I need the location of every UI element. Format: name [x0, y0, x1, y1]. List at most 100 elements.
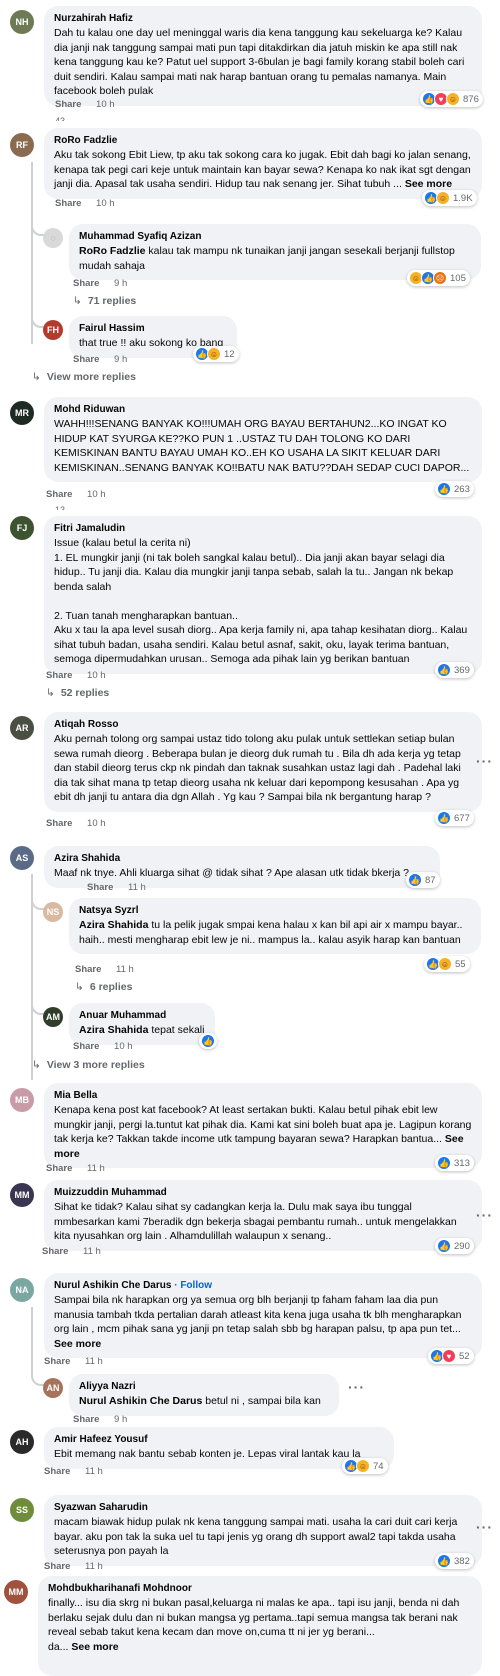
share-button[interactable]: Share: [44, 1561, 70, 1572]
comment-author[interactable]: Mohd Riduwan: [54, 403, 472, 416]
comment-author[interactable]: Mia Bella: [54, 1089, 472, 1102]
timestamp[interactable]: 11 h: [128, 882, 146, 893]
avatar[interactable]: NS: [43, 902, 63, 922]
view-replies-link[interactable]: ↳ 71 replies: [73, 295, 136, 307]
reaction-summary[interactable]: 👍 ☺ 12: [193, 346, 239, 362]
reaction-summary[interactable]: 👍 382: [435, 1553, 474, 1569]
comment-author[interactable]: Atiqah Rosso: [54, 718, 472, 731]
reaction-summary[interactable]: 👍 313: [435, 1155, 474, 1171]
reaction-summary[interactable]: 👍 ♥ 52: [428, 1348, 474, 1364]
timestamp[interactable]: 10 h: [87, 818, 106, 829]
comment-bubble: Fitri Jamaludin Issue (kalau betul la ce…: [44, 516, 482, 674]
comment-author[interactable]: Fairul Hassim: [79, 322, 227, 335]
mention-link[interactable]: RoRo Fadzlie: [79, 245, 146, 257]
reaction-summary[interactable]: 👍 ☺ 1.9K: [422, 190, 477, 206]
comment-author[interactable]: Mohdbukharihanafi Mohdnoor: [48, 1582, 472, 1595]
avatar[interactable]: MB: [10, 1088, 34, 1112]
share-button[interactable]: Share: [87, 882, 113, 893]
view-replies-link[interactable]: ↳ 52 replies: [46, 687, 109, 699]
reaction-summary[interactable]: 👍 87: [406, 872, 440, 888]
share-button[interactable]: Share: [46, 1163, 72, 1174]
share-button[interactable]: Share: [75, 964, 101, 975]
timestamp[interactable]: 10 h: [87, 670, 106, 681]
avatar[interactable]: ◌: [43, 228, 63, 248]
more-options-button[interactable]: ···: [476, 1207, 493, 1223]
reaction-summary[interactable]: 👍 ♥ ☺ 876: [420, 91, 483, 107]
avatar[interactable]: MR: [10, 401, 34, 425]
reaction-summary[interactable]: 👍 ☺ 74: [342, 1458, 388, 1474]
timestamp[interactable]: 10 h: [96, 99, 115, 110]
see-more-link[interactable]: See more: [54, 1338, 101, 1350]
timestamp[interactable]: 10 h: [96, 198, 115, 209]
avatar[interactable]: MM: [10, 1183, 34, 1207]
share-button[interactable]: Share: [42, 1246, 68, 1257]
reaction-summary[interactable]: 👍 369: [435, 662, 474, 678]
reaction-summary[interactable]: 👍 ☺ 55: [424, 956, 470, 972]
timestamp[interactable]: 9 h: [114, 278, 127, 289]
avatar[interactable]: RF: [10, 133, 34, 157]
avatar[interactable]: NH: [10, 10, 34, 34]
comment-author[interactable]: Syazwan Saharudin: [54, 1501, 472, 1514]
avatar[interactable]: FH: [43, 320, 63, 340]
timestamp[interactable]: 11 h: [83, 1246, 101, 1257]
share-button[interactable]: Share: [73, 1414, 99, 1425]
mention-link[interactable]: Azira Shahida: [79, 919, 148, 931]
share-button[interactable]: Share: [73, 278, 99, 289]
share-button[interactable]: Share: [55, 99, 81, 110]
avatar[interactable]: SS: [10, 1498, 34, 1522]
comment-author[interactable]: Anuar Muhammad: [79, 1009, 205, 1022]
reaction-summary[interactable]: 👍 677: [435, 810, 474, 826]
share-button[interactable]: Share: [46, 670, 72, 681]
mention-link[interactable]: Azira Shahida: [79, 1024, 148, 1036]
timestamp[interactable]: 9 h: [114, 354, 127, 365]
share-button[interactable]: Share: [46, 489, 72, 500]
share-button[interactable]: Share: [73, 1041, 99, 1052]
avatar[interactable]: NA: [10, 1278, 34, 1302]
reaction-summary[interactable]: 👍 290: [435, 1238, 474, 1254]
timestamp[interactable]: 11 h: [85, 1356, 103, 1367]
comment-author[interactable]: Nurul Ashikin Che Darus: [54, 1280, 171, 1291]
timestamp[interactable]: 10 h: [87, 489, 106, 500]
timestamp[interactable]: 10 h: [114, 1041, 133, 1052]
avatar[interactable]: AM: [43, 1007, 63, 1027]
timestamp[interactable]: 11 h: [87, 1163, 105, 1174]
more-options-button[interactable]: ···: [476, 753, 493, 769]
see-more-link[interactable]: See more: [405, 178, 452, 190]
view-more-replies-link[interactable]: ↳ View 3 more replies: [32, 1059, 145, 1071]
timestamp[interactable]: 11 h: [85, 1561, 103, 1572]
comment-author[interactable]: Natsya Syzrl: [79, 904, 471, 917]
share-button[interactable]: Share: [55, 198, 81, 209]
mention-link[interactable]: Nurul Ashikin Che Darus: [79, 1395, 202, 1407]
comment-author[interactable]: Muhammad Syafiq Azizan: [79, 230, 471, 243]
like-icon: 👍: [408, 873, 422, 887]
comment-author[interactable]: RoRo Fadzlie: [54, 134, 472, 147]
avatar[interactable]: AH: [10, 1430, 34, 1454]
timestamp[interactable]: 9 h: [114, 1414, 127, 1425]
view-replies-link[interactable]: ↳ 6 replies: [75, 981, 132, 993]
comment-author[interactable]: Nurzahirah Hafiz: [54, 12, 472, 25]
avatar[interactable]: AS: [10, 846, 34, 870]
comment-author[interactable]: Amir Hafeez Yousuf: [54, 1433, 384, 1446]
share-button[interactable]: Share: [44, 1356, 70, 1367]
share-button[interactable]: Share: [73, 354, 99, 365]
comment-author[interactable]: Fitri Jamaludin: [54, 522, 472, 535]
view-more-replies-link[interactable]: ↳ View more replies: [32, 371, 136, 383]
avatar[interactable]: AN: [43, 1378, 63, 1398]
avatar[interactable]: AR: [10, 716, 34, 740]
more-options-button[interactable]: ···: [348, 1379, 365, 1395]
more-options-button[interactable]: ···: [476, 1519, 493, 1535]
comment-author[interactable]: Muizzuddin Muhammad: [54, 1186, 472, 1199]
see-more-link[interactable]: See more: [71, 1641, 118, 1653]
avatar[interactable]: MM: [4, 1580, 28, 1604]
comment-author[interactable]: Azira Shahida: [54, 852, 430, 865]
timestamp[interactable]: 11 h: [116, 964, 134, 975]
avatar[interactable]: FJ: [10, 516, 34, 540]
timestamp[interactable]: 11 h: [85, 1466, 103, 1477]
share-button[interactable]: Share: [44, 1466, 70, 1477]
reaction-summary[interactable]: 👍: [199, 1033, 217, 1049]
share-button[interactable]: Share: [46, 818, 72, 829]
follow-button[interactable]: · Follow: [174, 1280, 212, 1291]
comment-author[interactable]: Aliyya Nazri: [79, 1380, 329, 1393]
reaction-summary[interactable]: 👍 263: [435, 481, 474, 497]
reaction-summary[interactable]: ☺ 👍 ☹ 105: [407, 270, 470, 286]
